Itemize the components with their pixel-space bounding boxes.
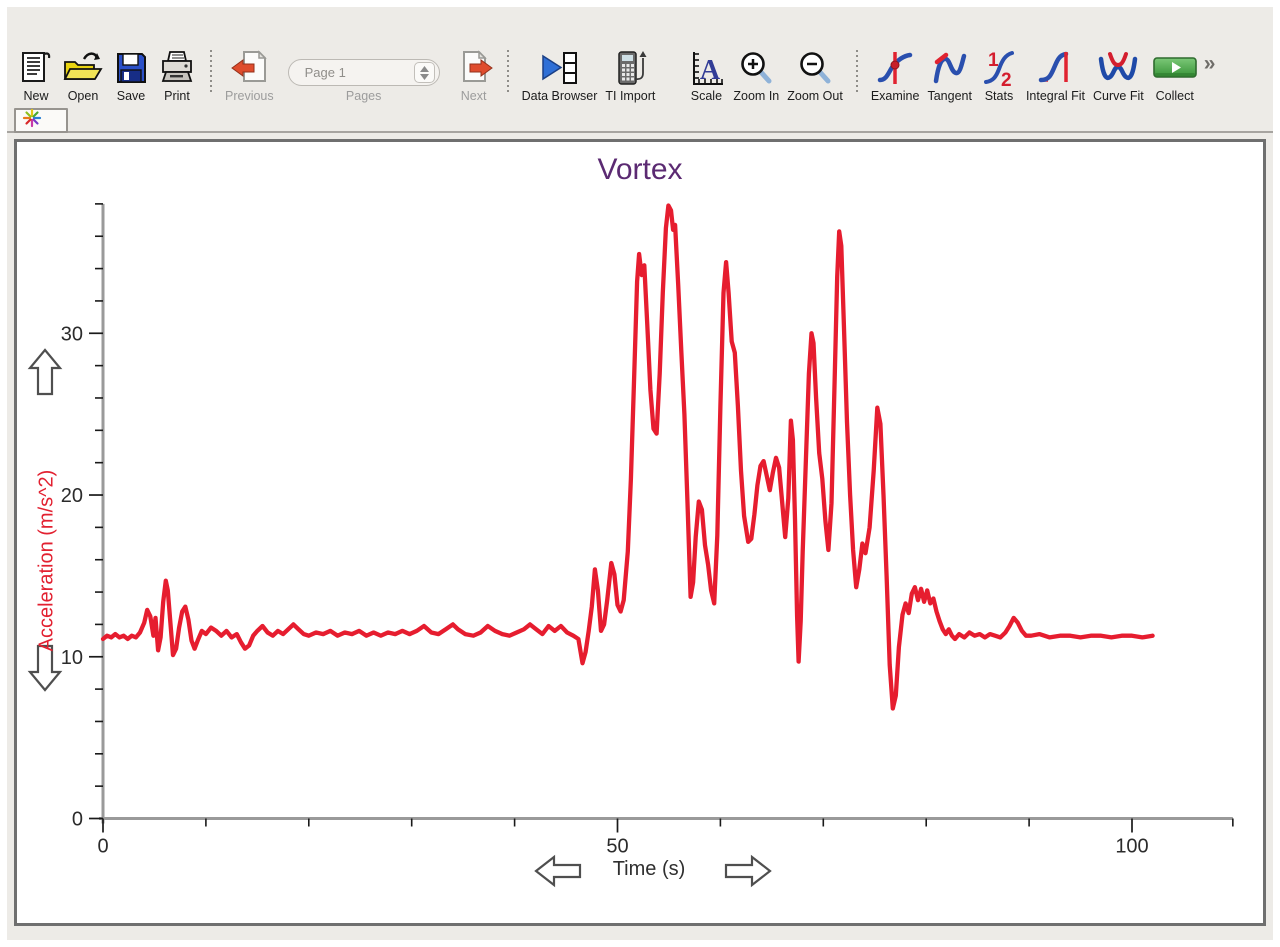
- svg-text:A: A: [700, 55, 721, 86]
- toolbar-button-label: Data Browser: [522, 87, 598, 103]
- page-selector-value: Page 1: [305, 65, 414, 80]
- next-button[interactable]: Next: [454, 46, 494, 106]
- ti-import-icon: [612, 46, 648, 87]
- stats-button[interactable]: 12Stats: [980, 46, 1018, 106]
- toolbar-button-label: Print: [164, 87, 190, 103]
- toolbar: New Open Save Print Previous Page 1 Pages Next D…: [7, 7, 1273, 106]
- page-selector[interactable]: Page 1: [288, 59, 440, 86]
- graph-title[interactable]: Vortex: [17, 153, 1263, 187]
- toolbar-button-label: Zoom In: [733, 87, 779, 103]
- x-tick-labels: 0 50 100: [97, 836, 1148, 858]
- x-axis-label[interactable]: Time (s): [569, 858, 729, 881]
- new-document-icon: [19, 46, 53, 87]
- y-tick-labels: 0 10 20 30: [61, 323, 83, 830]
- toolbar-separator: [210, 50, 212, 92]
- next-page-icon: [454, 46, 494, 87]
- toolbar-button-label: Examine: [871, 87, 920, 103]
- tab-bar: [7, 106, 1273, 133]
- svg-text:2: 2: [1001, 70, 1012, 87]
- stats-icon: 12: [980, 46, 1018, 87]
- integral-fit-button[interactable]: Integral Fit: [1026, 46, 1085, 106]
- data-browser-button[interactable]: Data Browser: [522, 46, 598, 106]
- toolbar-button-label: Open: [68, 87, 99, 103]
- collect-icon: [1152, 46, 1198, 87]
- svg-text:10: 10: [61, 647, 83, 669]
- toolbar-button-label: Zoom Out: [787, 87, 843, 103]
- save-button[interactable]: Save: [113, 46, 149, 106]
- collect-button[interactable]: Collect: [1152, 46, 1198, 106]
- toolbar-button-label: TI Import: [605, 87, 655, 103]
- scroll-right-arrow-icon[interactable]: [726, 857, 770, 885]
- toolbar-button-label: Tangent: [927, 87, 971, 103]
- zoom-out-button[interactable]: Zoom Out: [787, 46, 843, 106]
- examine-button[interactable]: Examine: [871, 46, 920, 106]
- open-button[interactable]: Open: [61, 46, 105, 106]
- acceleration-trace: [103, 206, 1153, 709]
- starburst-icon: [21, 108, 43, 133]
- toolbar-button-label: Integral Fit: [1026, 87, 1085, 103]
- graph-frame: 0 50 100 0 10 20 30 Vortex Acceleration (m/s^2…: [14, 139, 1266, 926]
- tangent-icon: [931, 46, 969, 87]
- print-icon: [157, 46, 197, 87]
- graph-page: 0 50 100 0 10 20 30 Vortex Acceleration (m/s^2…: [17, 142, 1263, 923]
- toolbar-button-label: Curve Fit: [1093, 87, 1144, 103]
- scale-icon: A: [687, 46, 725, 87]
- screen: New Open Save Print Previous Page 1 Pages Next D…: [0, 0, 1280, 947]
- zoom-in-icon: [737, 46, 775, 87]
- toolbar-button-label: Stats: [985, 87, 1014, 103]
- open-folder-icon: [61, 46, 105, 87]
- svg-text:100: 100: [1115, 836, 1148, 858]
- save-icon: [113, 46, 149, 87]
- toolbar-button-label: Next: [461, 87, 487, 103]
- toolbar-button-label: Save: [117, 87, 146, 103]
- toolbar-separator: [856, 50, 858, 92]
- scale-button[interactable]: AScale: [687, 46, 725, 106]
- toolbar-button-label: New: [23, 87, 48, 103]
- svg-text:0: 0: [97, 836, 108, 858]
- integral-icon: [1036, 46, 1074, 87]
- pages-control: Page 1 Pages: [288, 59, 440, 106]
- zoom-in-button[interactable]: Zoom In: [733, 46, 779, 106]
- page-tab[interactable]: [14, 108, 68, 133]
- new-button[interactable]: New: [19, 46, 53, 106]
- curve-fit-icon: [1097, 46, 1139, 87]
- acceleration-plot[interactable]: 0 50 100 0 10 20 30: [17, 142, 1263, 923]
- data-browser-icon: [539, 46, 581, 87]
- y-axis-ticks: [89, 204, 103, 819]
- page-stepper[interactable]: [414, 62, 435, 83]
- pages-label: Pages: [346, 89, 381, 103]
- logger-pro-window: New Open Save Print Previous Page 1 Pages Next D…: [7, 7, 1273, 940]
- scroll-up-arrow-icon[interactable]: [30, 350, 60, 394]
- svg-text:30: 30: [61, 323, 83, 345]
- curve-fit-button[interactable]: Curve Fit: [1093, 46, 1144, 106]
- toolbar-button-label: Scale: [691, 87, 722, 103]
- previous-button[interactable]: Previous: [225, 46, 274, 106]
- y-axis-label[interactable]: Acceleration (m/s^2): [36, 401, 59, 721]
- toolbar-overflow-chevron-icon[interactable]: »: [1204, 52, 1214, 76]
- toolbar-button-label: Previous: [225, 87, 274, 103]
- ti-import-button[interactable]: TI Import: [605, 46, 655, 106]
- tangent-button[interactable]: Tangent: [927, 46, 971, 106]
- svg-text:20: 20: [61, 485, 83, 507]
- zoom-out-icon: [796, 46, 834, 87]
- toolbar-button-label: Collect: [1156, 87, 1194, 103]
- svg-text:0: 0: [72, 809, 83, 831]
- svg-text:50: 50: [606, 836, 628, 858]
- examine-icon: [876, 46, 914, 87]
- x-axis-ticks: [103, 819, 1233, 833]
- print-button[interactable]: Print: [157, 46, 197, 106]
- previous-page-icon: [229, 46, 269, 87]
- toolbar-separator: [507, 50, 509, 92]
